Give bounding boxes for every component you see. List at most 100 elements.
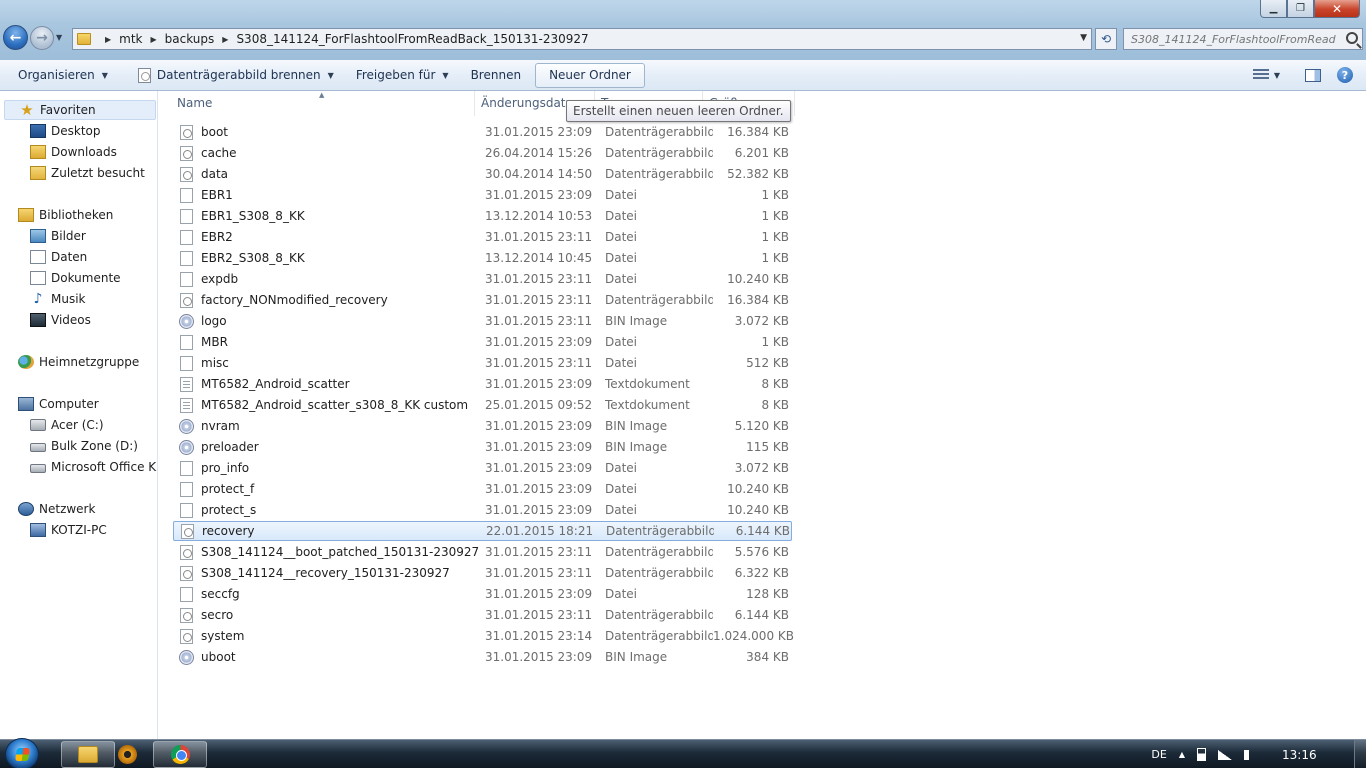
- file-date: 30.04.2014 14:50: [485, 167, 593, 181]
- file-icon: [180, 250, 193, 266]
- navigation-pane[interactable]: ★ Favoriten Desktop Downloads Zuletzt be…: [0, 91, 158, 739]
- new-folder-button[interactable]: Neuer Ordner: [535, 62, 645, 88]
- show-desktop-button[interactable]: [1354, 740, 1366, 768]
- forward-button[interactable]: →: [30, 25, 54, 50]
- file-row[interactable]: MT6582_Android_scatter_s308_8_KK custom 2…: [173, 395, 792, 415]
- signal-icon[interactable]: [1218, 749, 1232, 760]
- file-row[interactable]: pro_info 31.01.2015 23:09 Datei 3.072 KB: [173, 458, 792, 478]
- breadcrumb-current-folder[interactable]: S308_141124_ForFlashtoolFromReadBack_150…: [236, 29, 588, 49]
- search-icon[interactable]: [1346, 32, 1358, 44]
- nav-desktop[interactable]: Desktop: [30, 121, 101, 141]
- file-size: 6.201 KB: [734, 146, 789, 160]
- minimize-button[interactable]: ▁: [1260, 0, 1287, 18]
- nav-videos[interactable]: Videos: [30, 310, 91, 330]
- nav-network-pc-label: KOTZI-PC: [51, 523, 107, 537]
- file-row[interactable]: data 30.04.2014 14:50 Datenträgerabbild...…: [173, 164, 792, 184]
- nav-homegroup[interactable]: Heimnetzgruppe: [18, 352, 139, 372]
- search-box[interactable]: [1123, 28, 1363, 50]
- start-button[interactable]: [5, 738, 39, 768]
- file-row[interactable]: factory_NONmodified_recovery 31.01.2015 2…: [173, 290, 792, 310]
- file-type: Datenträgerabbild...: [605, 566, 713, 580]
- file-row[interactable]: uboot 31.01.2015 23:09 BIN Image 384 KB: [173, 647, 792, 667]
- burn-image-button[interactable]: Datenträgerabbild brennen ▼: [130, 63, 342, 88]
- file-row[interactable]: S308_141124__recovery_150131-230927 31.01…: [173, 563, 792, 583]
- file-size: 1 KB: [761, 251, 789, 265]
- show-hidden-icons-icon[interactable]: ▲: [1179, 750, 1185, 759]
- file-icon: [180, 355, 193, 371]
- clock[interactable]: 13:16: [1282, 748, 1354, 762]
- file-row[interactable]: expdb 31.01.2015 23:11 Datei 10.240 KB: [173, 269, 792, 289]
- file-row[interactable]: cache 26.04.2014 15:26 Datenträgerabbild..…: [173, 143, 792, 163]
- file-row[interactable]: protect_f 31.01.2015 23:09 Datei 10.240 KB: [173, 479, 792, 499]
- nav-libraries[interactable]: Bibliotheken: [18, 205, 113, 225]
- breadcrumb-mtk[interactable]: mtk: [119, 29, 142, 49]
- nav-data[interactable]: Daten: [30, 247, 87, 267]
- file-row[interactable]: EBR1_S308_8_KK 13.12.2014 10:53 Datei 1 KB: [173, 206, 792, 226]
- network-icon: [18, 502, 34, 516]
- nav-network[interactable]: Netzwerk: [18, 499, 95, 519]
- back-button[interactable]: ←: [3, 25, 28, 50]
- file-name: boot: [201, 125, 229, 139]
- file-row[interactable]: recovery 22.01.2015 18:21 Datenträgerabbil…: [173, 521, 792, 541]
- taskbar-media-player-button[interactable]: [100, 741, 154, 768]
- nav-pictures[interactable]: Bilder: [30, 226, 86, 246]
- column-header-name[interactable]: Name: [159, 91, 475, 116]
- file-row[interactable]: protect_s 31.01.2015 23:09 Datei 10.240 KB: [173, 500, 792, 520]
- bin-image-file-icon: [179, 418, 194, 434]
- close-button[interactable]: ✕: [1314, 0, 1360, 18]
- share-button[interactable]: Freigeben für ▼: [348, 63, 457, 88]
- nav-recent-places[interactable]: Zuletzt besucht: [30, 163, 145, 183]
- battery-icon[interactable]: [1197, 748, 1206, 761]
- file-type: BIN Image: [605, 440, 668, 454]
- file-size: 1 KB: [761, 209, 789, 223]
- preview-pane-button[interactable]: [1302, 64, 1324, 86]
- organize-button[interactable]: Organisieren ▼: [10, 63, 116, 88]
- nav-documents[interactable]: Dokumente: [30, 268, 121, 288]
- nav-drive-d[interactable]: Bulk Zone (D:): [30, 436, 138, 456]
- file-row[interactable]: EBR1 31.01.2015 23:09 Datei 1 KB: [173, 185, 792, 205]
- language-indicator[interactable]: DE: [1151, 748, 1166, 761]
- breadcrumb-backups[interactable]: backups: [165, 29, 215, 49]
- file-row[interactable]: system 31.01.2015 23:14 Datenträgerabbild.…: [173, 626, 794, 646]
- file-row[interactable]: secro 31.01.2015 23:11 Datenträgerabbild..…: [173, 605, 792, 625]
- refresh-button[interactable]: ⟲: [1095, 28, 1117, 50]
- file-size: 16.384 KB: [727, 125, 789, 139]
- nav-drive-c[interactable]: Acer (C:): [30, 415, 104, 435]
- file-row[interactable]: MT6582_Android_scatter 31.01.2015 23:09 Te…: [173, 374, 792, 394]
- search-input[interactable]: [1131, 32, 1336, 46]
- recent-pages-dropdown-icon[interactable]: ▼: [56, 33, 62, 42]
- nav-office-drive[interactable]: Microsoft Office Klic: [30, 457, 157, 477]
- file-row[interactable]: misc 31.01.2015 23:11 Datei 512 KB: [173, 353, 792, 373]
- file-row[interactable]: EBR2_S308_8_KK 13.12.2014 10:45 Datei 1 KB: [173, 248, 792, 268]
- file-list[interactable]: Name ▲ Änderungsdatum Typ Größe boot31.0…: [159, 91, 1366, 739]
- nav-computer[interactable]: Computer: [18, 394, 99, 414]
- file-row[interactable]: S308_141124__boot_patched_150131-230927 3…: [173, 542, 792, 562]
- view-dropdown-icon[interactable]: ▼: [1274, 71, 1280, 80]
- file-row[interactable]: preloader 31.01.2015 23:09 BIN Image 115 KB: [173, 437, 792, 457]
- nav-network-pc[interactable]: KOTZI-PC: [30, 520, 107, 540]
- file-icon: [180, 502, 193, 518]
- nav-favorites[interactable]: ★ Favoriten: [4, 100, 156, 120]
- file-row[interactable]: EBR2 31.01.2015 23:11 Datei 1 KB: [173, 227, 792, 247]
- address-dropdown-icon[interactable]: ▼: [1080, 33, 1087, 43]
- speaker-icon[interactable]: [1244, 749, 1256, 760]
- desktop-icon: [30, 124, 46, 138]
- burn-button[interactable]: Brennen: [463, 63, 529, 88]
- file-row[interactable]: MBR 31.01.2015 23:09 Datei 1 KB: [173, 332, 792, 352]
- nav-music[interactable]: ♪ Musik: [30, 289, 86, 309]
- file-row[interactable]: seccfg 31.01.2015 23:09 Datei 128 KB: [173, 584, 792, 604]
- breadcrumb-separator-icon[interactable]: ▶: [105, 35, 111, 44]
- file-row[interactable]: nvram 31.01.2015 23:09 BIN Image 5.120 KB: [173, 416, 792, 436]
- file-row[interactable]: logo 31.01.2015 23:11 BIN Image 3.072 KB: [173, 311, 792, 331]
- taskbar-browser-button[interactable]: [153, 741, 207, 768]
- maximize-button[interactable]: ❐: [1287, 0, 1314, 18]
- breadcrumb-separator-icon[interactable]: ▶: [151, 35, 157, 44]
- help-button[interactable]: ?: [1334, 64, 1356, 86]
- change-view-button[interactable]: [1250, 64, 1272, 86]
- disc-image-file-icon: [180, 145, 193, 161]
- disc-image-file-icon: [180, 544, 193, 560]
- breadcrumb-separator-icon[interactable]: ▶: [222, 35, 228, 44]
- address-bar[interactable]: ▶ mtk ▶ backups ▶ S308_141124_ForFlashto…: [72, 28, 1092, 50]
- nav-downloads[interactable]: Downloads: [30, 142, 117, 162]
- file-row[interactable]: boot 31.01.2015 23:09 Datenträgerabbild...…: [173, 122, 792, 142]
